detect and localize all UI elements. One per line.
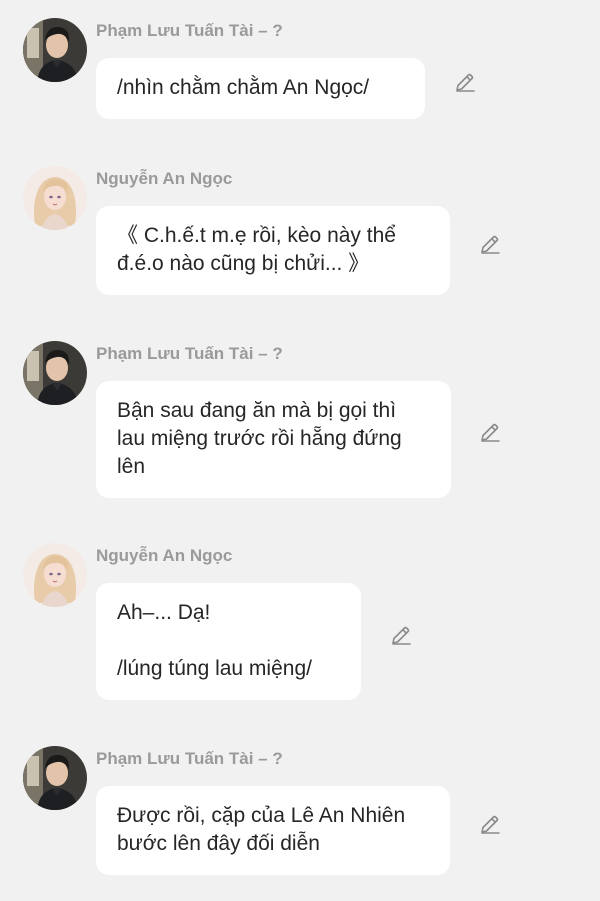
pencil-icon — [478, 232, 502, 256]
message-text-line: Ah–... Dạ! — [117, 601, 211, 624]
male-avatar[interactable] — [23, 18, 87, 82]
edit-button[interactable] — [478, 812, 502, 836]
message-text-line: 《 C.h.ế.t m.ẹ rồi, kèo này thể — [117, 224, 396, 247]
sender-name: Phạm Lưu Tuấn Tài – ? — [96, 344, 283, 363]
message-text-line: đ.é.o nào cũng bị chửi... 》 — [117, 252, 370, 275]
message-bubble: /nhìn chằm chằm An Ngọc/ — [96, 58, 425, 119]
message-bubble: Ah–... Dạ! /lúng túng lau miệng/ — [96, 583, 361, 700]
pencil-icon — [389, 623, 413, 647]
message-text-line: bước lên đây đối diễn — [117, 832, 320, 855]
male-avatar[interactable] — [23, 341, 87, 405]
message-text-line: lên — [117, 455, 146, 478]
sender-name: Nguyễn An Ngọc — [96, 546, 233, 565]
edit-button[interactable] — [389, 623, 413, 647]
message-text-line: Được rồi, cặp của Lê An Nhiên — [117, 804, 406, 827]
message-text-line: lau miệng trước rồi hẵng đứng — [117, 427, 402, 450]
sender-name: Phạm Lưu Tuấn Tài – ? — [96, 749, 283, 768]
female-avatar[interactable] — [23, 543, 87, 607]
message-text-line: Bận sau đang ăn mà bị gọi thì — [117, 399, 397, 422]
message-text-line: /nhìn chằm chằm An Ngọc/ — [117, 76, 370, 99]
edit-button[interactable] — [478, 420, 502, 444]
message-text-line: /lúng túng lau miệng/ — [117, 657, 312, 680]
edit-button[interactable] — [478, 232, 502, 256]
sender-name: Phạm Lưu Tuấn Tài – ? — [96, 21, 283, 40]
pencil-icon — [478, 420, 502, 444]
female-avatar[interactable] — [23, 166, 87, 230]
message-bubble: Bận sau đang ăn mà bị gọi thì lau miệng t… — [96, 381, 451, 498]
edit-button[interactable] — [453, 70, 477, 94]
pencil-icon — [453, 70, 477, 94]
male-avatar[interactable] — [23, 746, 87, 810]
message-bubble: Được rồi, cặp của Lê An Nhiên bước lên đâ… — [96, 786, 450, 875]
sender-name: Nguyễn An Ngọc — [96, 169, 233, 188]
pencil-icon — [478, 812, 502, 836]
message-bubble: 《 C.h.ế.t m.ẹ rồi, kèo này thể đ.é.o nào … — [96, 206, 450, 295]
